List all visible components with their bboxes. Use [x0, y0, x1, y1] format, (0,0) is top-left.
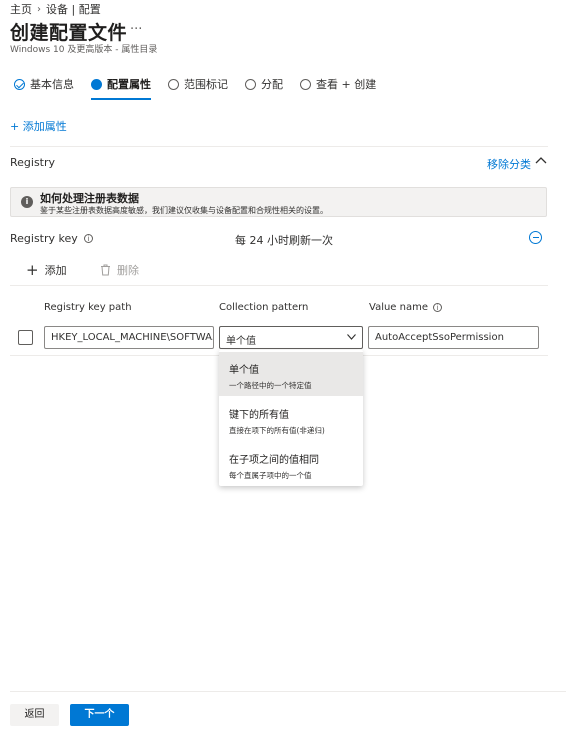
step-pending-circle-icon — [300, 78, 311, 90]
step-label: 范围标记 — [184, 78, 228, 91]
trash-icon — [101, 264, 110, 276]
section-title: Registry — [10, 156, 56, 169]
info-tooltip-icon[interactable]: i — [83, 234, 93, 243]
table-top-divider — [10, 285, 548, 286]
wizard-steps: 基本信息 配置属性 范围标记 分配 查看 + 创建 — [14, 76, 393, 100]
option-label: 键下的所有值 — [229, 410, 289, 421]
step-label: 基本信息 — [30, 78, 74, 91]
step-configuration-settings[interactable]: 配置属性 — [91, 76, 151, 100]
plus-icon: + — [26, 261, 39, 279]
back-button[interactable]: 返回 — [10, 704, 59, 726]
breadcrumb: 主页 › 设备 | 配置 — [10, 1, 101, 17]
step-pending-circle-icon — [245, 78, 256, 90]
step-label: 配置属性 — [107, 78, 151, 91]
header-registry-key-path: Registry key path — [44, 302, 132, 313]
add-button-label: 添加 — [44, 264, 67, 277]
header-label: Registry key path — [44, 302, 132, 313]
step-review-create[interactable]: 查看 + 创建 — [300, 76, 376, 92]
dropdown-option-single-value[interactable]: 单个值 一个路径中的一个特定值 — [219, 352, 363, 396]
remove-category-link[interactable]: 移除分类 — [487, 156, 531, 172]
header-label: Value name — [369, 302, 428, 313]
select-value: 单个值 — [226, 336, 256, 347]
step-pending-circle-icon — [168, 78, 179, 90]
registry-key-path-input[interactable]: HKEY_LOCAL_MACHINE\SOFTWA... — [44, 326, 214, 349]
chevron-down-icon — [347, 334, 356, 340]
info-title: 如何处理注册表数据 — [40, 192, 139, 205]
step-active-dot-icon — [91, 78, 102, 90]
section-divider — [10, 146, 548, 147]
option-label: 在子项之间的值相同 — [229, 455, 319, 466]
option-label: 单个值 — [229, 365, 259, 376]
dropdown-option-all-values-under-key[interactable]: 键下的所有值 直接在项下的所有值(非递归) — [219, 397, 363, 441]
step-basics[interactable]: 基本信息 — [14, 76, 74, 92]
info-description: 鉴于某些注册表数据高度敏感，我们建议仅收集与设备配置和合规性相关的设置。 — [40, 206, 328, 215]
row-checkbox[interactable] — [18, 330, 33, 345]
add-button[interactable]: + 添加 — [26, 262, 67, 278]
step-done-check-icon — [14, 78, 25, 90]
add-property-link[interactable]: + 添加属性 — [10, 118, 67, 134]
breadcrumb-chevron-icon: › — [37, 3, 41, 15]
collection-pattern-select[interactable]: 单个值 — [219, 326, 363, 349]
delete-button-label: 删除 — [117, 264, 139, 277]
step-label: 分配 — [261, 78, 283, 91]
next-button[interactable]: 下一个 — [70, 704, 129, 726]
value-name-input[interactable]: AutoAcceptSsoPermission — [368, 326, 539, 349]
registry-key-text: Registry key — [10, 232, 78, 245]
dropdown-option-same-value-across-subkeys[interactable]: 在子项之间的值相同 每个直属子项中的一个值 — [219, 442, 363, 486]
footer-divider — [10, 691, 566, 692]
option-description: 每个直属子项中的一个值 — [229, 471, 312, 480]
step-label: 查看 + 创建 — [316, 78, 377, 91]
breadcrumb-home[interactable]: 主页 — [10, 1, 32, 17]
chevron-up-icon[interactable] — [535, 155, 547, 167]
page-title: 创建配置文件 — [10, 22, 128, 44]
registry-key-label: Registry key i — [10, 232, 93, 245]
page-subtitle: Windows 10 及更高版本 - 属性目录 — [10, 45, 158, 55]
header-label: Collection pattern — [219, 302, 309, 313]
delete-button[interactable]: 删除 — [100, 262, 139, 278]
breadcrumb-devices[interactable]: 设备 | 配置 — [46, 1, 101, 17]
step-scope-tags[interactable]: 范围标记 — [168, 76, 228, 92]
header-collection-pattern: Collection pattern — [219, 302, 308, 313]
collapse-minus-icon[interactable] — [529, 231, 542, 244]
collection-pattern-dropdown: 单个值 一个路径中的一个特定值 键下的所有值 直接在项下的所有值(非递归) 在子… — [219, 350, 363, 486]
option-description: 一个路径中的一个特定值 — [229, 381, 312, 390]
more-options-icon[interactable]: ··· — [130, 22, 142, 37]
info-icon: i — [21, 196, 33, 208]
header-value-name: Value name i — [369, 302, 442, 313]
info-tooltip-icon[interactable]: i — [433, 303, 442, 312]
refresh-interval-text: 每 24 小时刷新一次 — [235, 234, 333, 247]
step-assignments[interactable]: 分配 — [245, 76, 283, 92]
option-description: 直接在项下的所有值(非递归) — [229, 426, 325, 435]
